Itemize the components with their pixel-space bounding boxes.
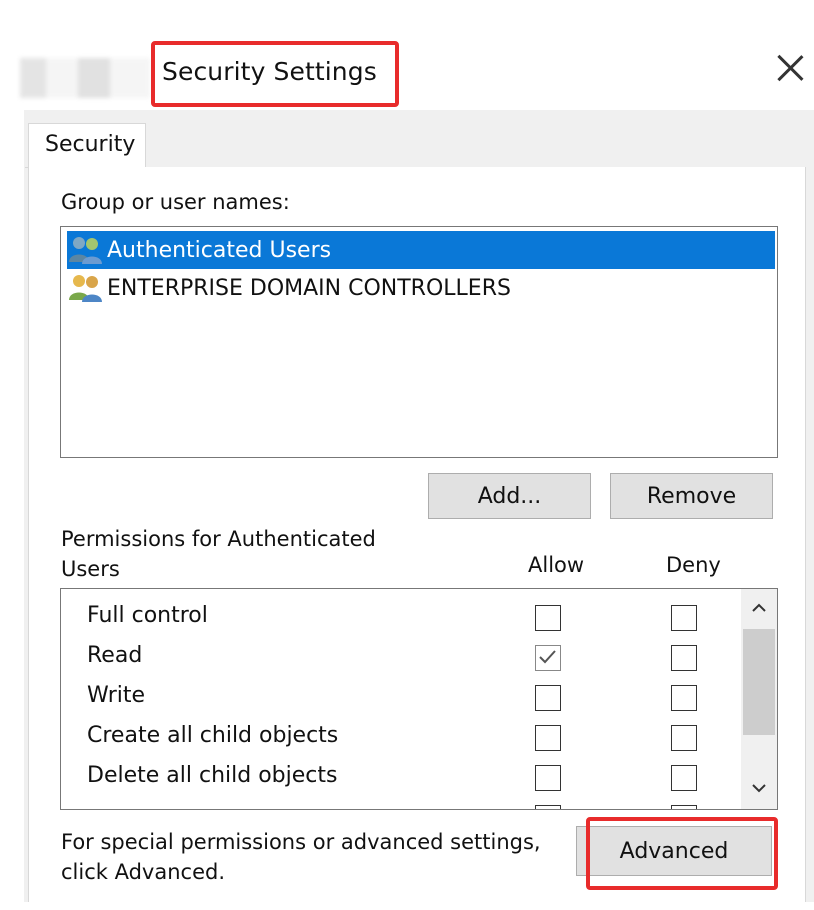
deny-checkbox[interactable] — [671, 725, 697, 751]
permission-row-partial — [87, 799, 727, 809]
deny-checkbox[interactable] — [671, 765, 697, 791]
window-title: Security Settings — [162, 57, 377, 86]
allow-checkbox[interactable] — [535, 765, 561, 791]
allow-checkbox[interactable] — [535, 685, 561, 711]
permission-name: Delete all child objects — [87, 763, 338, 788]
permission-name: Create all child objects — [87, 723, 339, 748]
deny-column-header: Deny — [666, 553, 721, 577]
permissions-label-line2: Users — [61, 557, 120, 581]
user-listbox[interactable]: Authenticated Users ENTERPRISE DOMAIN CO… — [60, 226, 778, 458]
deny-checkbox[interactable] — [671, 605, 697, 631]
permission-name: Write — [87, 683, 146, 708]
tab-security[interactable]: Security — [28, 123, 146, 168]
users-group-icon — [67, 234, 105, 266]
permissions-list[interactable]: Full control Read Write Create all child… — [60, 588, 778, 810]
blurred-app-icon — [20, 58, 150, 98]
scrollbar-thumb[interactable] — [743, 629, 775, 735]
permission-row: Write — [87, 679, 727, 719]
permission-row: Create all child objects — [87, 719, 727, 759]
allow-checkbox[interactable] — [535, 645, 561, 671]
permission-name: Full control — [87, 603, 208, 628]
deny-checkbox[interactable] — [671, 805, 697, 809]
advanced-highlight-box — [586, 817, 778, 890]
permission-row: Read — [87, 639, 727, 679]
users-group-icon — [67, 272, 105, 304]
group-names-label: Group or user names: — [61, 190, 290, 214]
checkmark-icon — [539, 650, 556, 664]
permissions-scrollbar[interactable] — [741, 589, 777, 809]
user-name: ENTERPRISE DOMAIN CONTROLLERS — [107, 275, 511, 301]
allow-checkbox[interactable] — [535, 605, 561, 631]
deny-checkbox[interactable] — [671, 645, 697, 671]
allow-checkbox[interactable] — [535, 725, 561, 751]
remove-button[interactable]: Remove — [610, 473, 773, 519]
permissions-label: Permissions for Authenticated Users — [61, 524, 376, 584]
close-icon[interactable] — [774, 52, 806, 84]
scroll-up-icon[interactable] — [750, 599, 768, 617]
permissions-label-line1: Permissions for Authenticated — [61, 527, 376, 551]
permission-name: Read — [87, 643, 143, 668]
add-button[interactable]: Add... — [428, 473, 591, 519]
allow-column-header: Allow — [528, 553, 585, 577]
permission-row: Delete all child objects — [87, 759, 727, 799]
user-list-item-enterprise-domain-controllers[interactable]: ENTERPRISE DOMAIN CONTROLLERS — [67, 269, 775, 307]
user-list-item-authenticated-users[interactable]: Authenticated Users — [67, 231, 775, 269]
user-name: Authenticated Users — [107, 237, 332, 263]
scroll-down-icon[interactable] — [750, 779, 768, 797]
advanced-hint-line2: click Advanced. — [61, 860, 226, 884]
allow-checkbox[interactable] — [535, 805, 561, 809]
permission-row: Full control — [87, 599, 727, 639]
advanced-hint-text: For special permissions or advanced sett… — [61, 827, 541, 887]
advanced-hint-line1: For special permissions or advanced sett… — [61, 830, 541, 854]
deny-checkbox[interactable] — [671, 685, 697, 711]
